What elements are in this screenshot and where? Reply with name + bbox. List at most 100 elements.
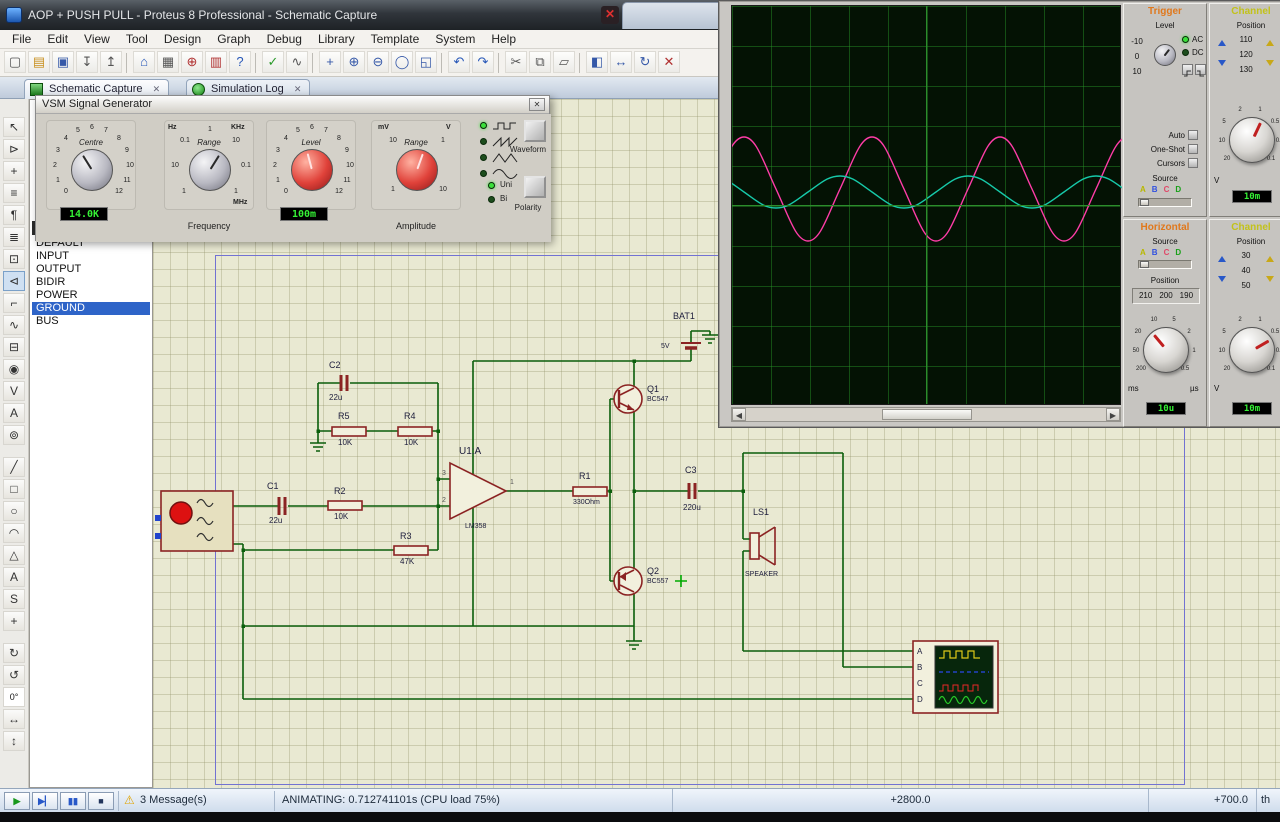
zoom-out-icon[interactable]: ⊖ (367, 51, 389, 73)
horizontal-source-slider[interactable] (1138, 260, 1192, 269)
channel-a-gain-knob[interactable] (1229, 117, 1275, 163)
trigger-source-channel[interactable]: D (1175, 185, 1181, 194)
message-count[interactable]: 3 Message(s) (140, 794, 207, 806)
trigger-source-channel[interactable]: B (1152, 185, 1158, 194)
menu-item[interactable]: Graph (209, 30, 258, 49)
open-folder-icon[interactable]: ▤ (28, 51, 50, 73)
slider-thumb[interactable] (1140, 199, 1149, 206)
rotate-anticlockwise[interactable]: ↺ (3, 665, 25, 685)
auto-button[interactable] (1188, 130, 1198, 140)
cut-icon[interactable]: ✂ (505, 51, 527, 73)
component-q1[interactable] (613, 384, 643, 414)
component-ls1[interactable] (749, 526, 776, 566)
text-script-mode[interactable]: ¶ (3, 205, 25, 225)
position-up-icon[interactable] (1218, 256, 1226, 262)
one-shot-button[interactable] (1188, 144, 1198, 154)
one-shot-row[interactable]: One-Shot (1151, 144, 1198, 154)
component-c1[interactable] (277, 497, 287, 515)
rotate-clockwise[interactable]: ↻ (3, 643, 25, 663)
voltage-probe-mode[interactable]: V (3, 381, 25, 401)
block-delete-icon[interactable]: ✕ (658, 51, 680, 73)
menu-item[interactable]: Help (483, 30, 524, 49)
position-fine-up-icon[interactable] (1266, 256, 1274, 262)
component-generator[interactable] (155, 490, 234, 552)
zoom-all-icon[interactable]: ◯ (391, 51, 413, 73)
warning-icon[interactable]: ⚠ (124, 793, 135, 807)
menu-item[interactable]: Debug (259, 30, 310, 49)
amplitude-range-dial[interactable]: 1 10 1 10 Range mV V (371, 120, 461, 210)
mirror-vertical[interactable]: ↕ (3, 731, 25, 751)
amplitude-level-dial[interactable]: 0 1 2 3 4 5 6 7 8 9 10 11 12 Level (266, 120, 356, 210)
zoom-area-icon[interactable]: ◱ (415, 51, 437, 73)
position-down-icon[interactable] (1218, 60, 1226, 66)
step-button[interactable]: ▶▏ (32, 792, 58, 810)
centre-knob[interactable] (71, 149, 113, 191)
tab-close-icon[interactable]: ✕ (153, 84, 161, 94)
frequency-range-knob[interactable] (189, 149, 231, 191)
device-pins-mode[interactable]: ⌐ (3, 293, 25, 313)
scope-scrollbar[interactable]: ◀ ▶ (731, 407, 1121, 422)
terminal-output[interactable]: OUTPUT (32, 263, 150, 276)
block-move-icon[interactable]: ↔ (610, 51, 632, 73)
mirror-horizontal[interactable]: ↔ (3, 709, 25, 729)
pan-icon[interactable]: + (319, 51, 341, 73)
background-close-icon[interactable]: ✕ (601, 6, 619, 24)
frequency-centre-dial[interactable]: 0 1 2 3 4 5 6 7 8 9 10 11 12 Centre (46, 120, 136, 210)
component-mode[interactable]: ⊳ (3, 139, 25, 159)
current-probe-mode[interactable]: A (3, 403, 25, 423)
text-2d[interactable]: A (3, 567, 25, 587)
stop-button[interactable]: ■ (88, 792, 114, 810)
pause-button[interactable]: ▮▮ (60, 792, 86, 810)
wire-label-mode[interactable]: ≡ (3, 183, 25, 203)
position-fine-down-icon[interactable] (1266, 276, 1274, 282)
import-icon[interactable]: ↧ (76, 51, 98, 73)
menu-item[interactable]: Edit (39, 30, 76, 49)
level-knob[interactable] (291, 149, 333, 191)
menu-item[interactable]: View (76, 30, 118, 49)
close-icon[interactable]: ✕ (529, 98, 545, 111)
grid-toggle-icon[interactable]: ▦ (157, 51, 179, 73)
component-u1-opamp[interactable] (449, 461, 508, 521)
play-button[interactable]: ▶ (4, 792, 30, 810)
menu-item[interactable]: Library (310, 30, 363, 49)
position-fine-up-icon[interactable] (1266, 40, 1274, 46)
terminals-mode[interactable]: ⊲ (3, 271, 25, 291)
scroll-left-icon[interactable]: ◀ (732, 408, 746, 421)
circle-2d[interactable]: ○ (3, 501, 25, 521)
zoom-in-icon[interactable]: ⊕ (343, 51, 365, 73)
junction-dot-mode[interactable]: + (3, 161, 25, 181)
terminal-bus[interactable]: BUS (32, 315, 150, 328)
signal-generator-titlebar[interactable]: VSM Signal Generator ✕ (36, 96, 549, 114)
waveform-button[interactable] (524, 120, 546, 142)
position-up-icon[interactable] (1218, 40, 1226, 46)
new-file-icon[interactable]: ▢ (4, 51, 26, 73)
menu-item[interactable]: Tool (118, 30, 156, 49)
snap-icon[interactable]: ✓ (262, 51, 284, 73)
amplitude-range-knob[interactable] (396, 149, 438, 191)
background-window-tab[interactable] (622, 2, 724, 29)
export-icon[interactable]: ↥ (100, 51, 122, 73)
terminal-power[interactable]: POWER (32, 289, 150, 302)
menu-item[interactable]: Template (363, 30, 428, 49)
box-2d[interactable]: □ (3, 479, 25, 499)
component-c2[interactable] (339, 375, 349, 391)
paste-icon[interactable]: ▱ (553, 51, 575, 73)
frequency-range-dial[interactable]: 1 10 0.1 1 10 0.1 1 Range Hz KHz MHz (164, 120, 254, 210)
menu-item[interactable]: System (427, 30, 483, 49)
terminal-input[interactable]: INPUT (32, 250, 150, 263)
horizontal-source-channel[interactable]: D (1175, 248, 1181, 257)
redo-icon[interactable]: ↷ (472, 51, 494, 73)
buses-mode[interactable]: ≣ (3, 227, 25, 247)
pcb-layout-icon[interactable]: ▥ (205, 51, 227, 73)
horizontal-source-channel[interactable]: C (1164, 248, 1170, 257)
terminal-bidir[interactable]: BIDIR (32, 276, 150, 289)
component-c3[interactable] (687, 483, 697, 499)
timebase-knob[interactable] (1143, 327, 1189, 373)
home-icon[interactable]: ⌂ (133, 51, 155, 73)
horizontal-source-channel[interactable]: B (1152, 248, 1158, 257)
trigger-level-knob[interactable] (1154, 44, 1176, 66)
selection-tool[interactable]: ↖ (3, 117, 25, 137)
save-icon[interactable]: ▣ (52, 51, 74, 73)
terminal-ground[interactable]: GROUND (32, 302, 150, 315)
line-2d[interactable]: ╱ (3, 457, 25, 477)
